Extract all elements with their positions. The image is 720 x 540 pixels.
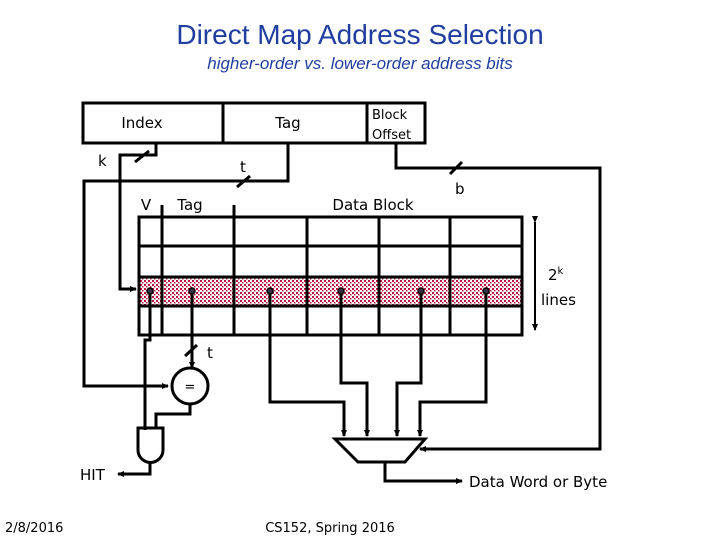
equals-sign: = <box>185 380 196 395</box>
output-wire <box>383 462 463 484</box>
slide-subtitle: higher-order vs. lower-order address bit… <box>207 54 513 73</box>
hit-label: HIT <box>80 466 106 484</box>
output-label: Data Word or Byte <box>469 473 607 491</box>
tag-wire <box>82 143 290 389</box>
block-offset-field-line2: Offset <box>372 128 411 143</box>
cache-array: V Tag Data Block <box>137 196 524 337</box>
t-label-top: t <box>240 158 246 176</box>
tag-field: Tag <box>274 114 300 132</box>
footer-course: CS152, Spring 2016 <box>265 521 395 536</box>
slide: Direct Map Address Selection higher-orde… <box>5 19 607 536</box>
footer-date: 2/8/2016 <box>5 521 63 536</box>
tag-header: Tag <box>176 196 202 214</box>
readout-wires <box>143 287 490 437</box>
data-block-header: Data Block <box>332 196 413 214</box>
lines-count: 2k <box>548 266 564 284</box>
and-gate <box>136 426 165 464</box>
k-label: k <box>98 152 107 170</box>
v-header: V <box>141 196 152 214</box>
slide-title: Direct Map Address Selection <box>176 19 543 50</box>
hit-wire <box>117 463 152 477</box>
index-field: Index <box>121 114 162 132</box>
address-register: Index Tag Block Offset <box>81 101 427 145</box>
block-offset-field-line1: Block <box>372 108 408 123</box>
lines-label: lines <box>541 291 576 309</box>
multiplexer <box>331 437 429 464</box>
selected-line <box>139 277 522 306</box>
t-label-bottom: t <box>207 344 213 362</box>
b-label: b <box>455 180 465 198</box>
compare-wire <box>154 404 192 428</box>
